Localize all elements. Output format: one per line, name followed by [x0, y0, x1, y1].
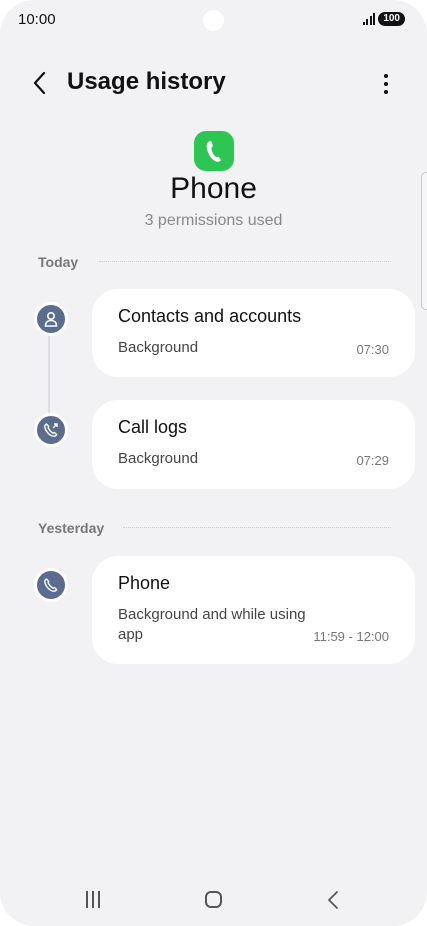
phone-screen: 10:00 100 Usage history Phone 3 permissi…	[0, 0, 427, 926]
section-divider	[123, 527, 391, 528]
card-title: Phone	[118, 573, 171, 593]
home-button[interactable]	[205, 891, 222, 908]
page-title: Usage history	[67, 68, 226, 95]
phone-app-icon	[194, 131, 234, 171]
contact-pin	[34, 302, 68, 336]
back-arrow-icon	[33, 71, 46, 95]
status-indicators: 100	[362, 12, 405, 26]
phone-icon	[44, 578, 58, 592]
status-time: 10:00	[18, 11, 56, 28]
app-name: Phone	[170, 172, 257, 205]
battery-indicator: 100	[378, 12, 405, 26]
nav-back-button[interactable]	[326, 890, 340, 915]
section-today: Today	[38, 254, 79, 270]
usage-card-contacts[interactable]: Contacts and accounts Background 07:30	[92, 289, 415, 377]
signal-icon	[362, 13, 376, 25]
edge-panel-handle[interactable]	[421, 172, 427, 310]
more-options-button[interactable]	[376, 72, 396, 96]
call-log-pin	[34, 413, 68, 447]
contact-icon	[44, 311, 58, 327]
more-vertical-icon	[384, 74, 388, 94]
card-time: 07:30	[356, 342, 389, 357]
section-yesterday: Yesterday	[38, 520, 105, 536]
card-time: 07:29	[356, 453, 389, 468]
nav-back-icon	[328, 891, 338, 909]
section-divider	[99, 261, 391, 262]
usage-card-phone[interactable]: Phone Background and while using app 11:…	[92, 556, 415, 664]
call-log-icon	[44, 423, 58, 437]
card-mode: Background	[118, 339, 199, 356]
phone-pin	[34, 568, 68, 602]
usage-card-call-logs[interactable]: Call logs Background 07:29	[92, 400, 415, 489]
permissions-used: 3 permissions used	[144, 212, 283, 229]
timeline-line	[48, 330, 50, 415]
front-camera	[203, 10, 224, 31]
card-title: Call logs	[118, 417, 188, 437]
card-time: 11:59 - 12:00	[313, 629, 389, 644]
card-mode-line-2: app	[118, 626, 144, 643]
recent-apps-button[interactable]	[86, 891, 100, 908]
card-mode: Background	[118, 450, 199, 467]
card-mode-line-1: Background and while using	[118, 606, 306, 623]
back-button[interactable]	[28, 70, 54, 96]
card-title: Contacts and accounts	[118, 306, 302, 326]
